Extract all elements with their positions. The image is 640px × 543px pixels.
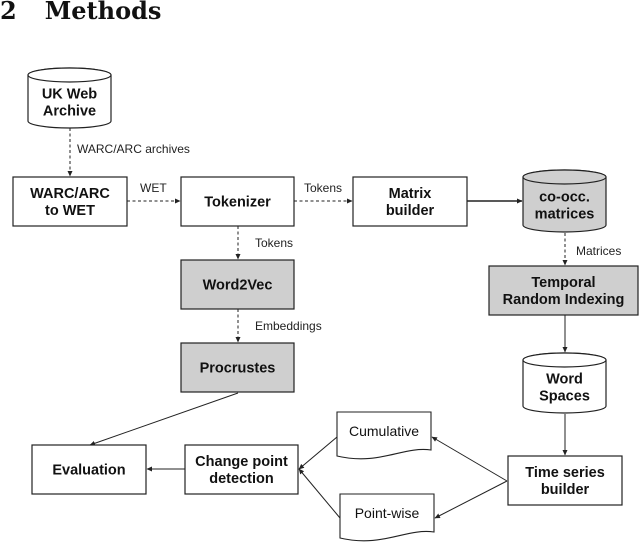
edge-label: WET bbox=[140, 181, 167, 195]
node-label-line: Cumulative bbox=[349, 423, 419, 439]
edge-warc-to-wet-to-tokenizer: WET bbox=[127, 181, 181, 204]
node-change-point-detection: Change pointdetection bbox=[184, 444, 299, 495]
edge-uk-web-archive-to-warc-to-wet: WARC/ARC archives bbox=[67, 128, 190, 177]
node-label-line: detection bbox=[209, 471, 273, 487]
edge-procrustes-to-evaluation bbox=[89, 392, 239, 446]
edge-label: Embeddings bbox=[255, 319, 322, 333]
node-label-line: Word bbox=[546, 372, 583, 388]
node-label-line: WARC/ARC bbox=[30, 186, 110, 202]
node-label-line: Temporal bbox=[531, 275, 595, 291]
node-label-line: Archive bbox=[43, 104, 96, 120]
node-label-line: builder bbox=[541, 482, 590, 498]
edge-label: Matrices bbox=[576, 244, 621, 258]
edge-time-series-builder-to-cumulative bbox=[431, 436, 508, 482]
edge-cumulative-to-change-point-detection bbox=[298, 436, 338, 470]
edge-line bbox=[431, 436, 508, 482]
edge-time-series-builder-to-point-wise bbox=[434, 480, 508, 519]
node-temporal-random-indexing: TemporalRandom Indexing bbox=[488, 265, 639, 316]
node-label-line: co-occ. bbox=[539, 190, 590, 206]
node-label-line: Point-wise bbox=[355, 505, 420, 521]
edge-line bbox=[298, 436, 338, 470]
node-procrustes: Procrustes bbox=[180, 342, 295, 393]
edge-label: Tokens bbox=[255, 236, 293, 250]
node-warc-to-wet: WARC/ARCto WET bbox=[12, 176, 128, 227]
node-label-line: Tokenizer bbox=[204, 195, 271, 211]
edge-line bbox=[434, 480, 508, 519]
database-cylinder-top bbox=[27, 67, 112, 83]
methods-flow-diagram: WARC/ARC archives WET Tokens Matrices Tokens… bbox=[12, 67, 639, 542]
edge-tokenizer-to-word2vec: Tokens bbox=[235, 226, 293, 260]
node-evaluation: Evaluation bbox=[31, 444, 147, 495]
node-label-line: to WET bbox=[45, 203, 95, 219]
edge-label: WARC/ARC archives bbox=[77, 142, 190, 156]
database-cylinder-top bbox=[522, 169, 607, 185]
node-co-occ-matrices: co-occ.matrices bbox=[522, 169, 607, 233]
node-label-line: Word2Vec bbox=[203, 278, 273, 294]
node-cumulative: Cumulative bbox=[336, 411, 432, 460]
edge-co-occ-matrices-to-temporal-random-indexing: Matrices bbox=[562, 233, 621, 266]
node-label-line: Procrustes bbox=[200, 361, 276, 377]
nodes-layer: UK WebArchive WARC/ARCto WET Tokenizer Matr… bbox=[12, 67, 639, 542]
edge-word2vec-to-procrustes: Embeddings bbox=[235, 309, 322, 343]
node-time-series-builder: Time seriesbuilder bbox=[507, 455, 623, 506]
node-matrix-builder: Matrixbuilder bbox=[352, 176, 468, 227]
node-label-line: Time series bbox=[525, 465, 605, 481]
edge-point-wise-to-change-point-detection bbox=[298, 468, 341, 519]
edge-line bbox=[89, 392, 239, 446]
node-point-wise: Point-wise bbox=[339, 493, 435, 542]
node-word2vec: Word2Vec bbox=[180, 259, 295, 310]
node-uk-web-archive: UK WebArchive bbox=[27, 67, 112, 129]
edge-line bbox=[298, 468, 341, 519]
node-label-line: Matrix bbox=[389, 186, 432, 202]
node-label-line: Evaluation bbox=[52, 463, 125, 479]
node-label-line: matrices bbox=[535, 207, 595, 223]
node-label-line: Spaces bbox=[539, 389, 590, 405]
node-label-line: Change point bbox=[195, 454, 288, 470]
database-cylinder-top bbox=[522, 352, 607, 368]
edge-label: Tokens bbox=[304, 181, 342, 195]
node-word-spaces: WordSpaces bbox=[522, 352, 607, 414]
node-label-line: UK Web bbox=[42, 87, 97, 103]
node-tokenizer: Tokenizer bbox=[180, 176, 295, 227]
node-label-line: Random Indexing bbox=[503, 292, 625, 308]
node-label-line: builder bbox=[386, 203, 435, 219]
edge-tokenizer-to-matrix-builder: Tokens bbox=[294, 181, 353, 204]
